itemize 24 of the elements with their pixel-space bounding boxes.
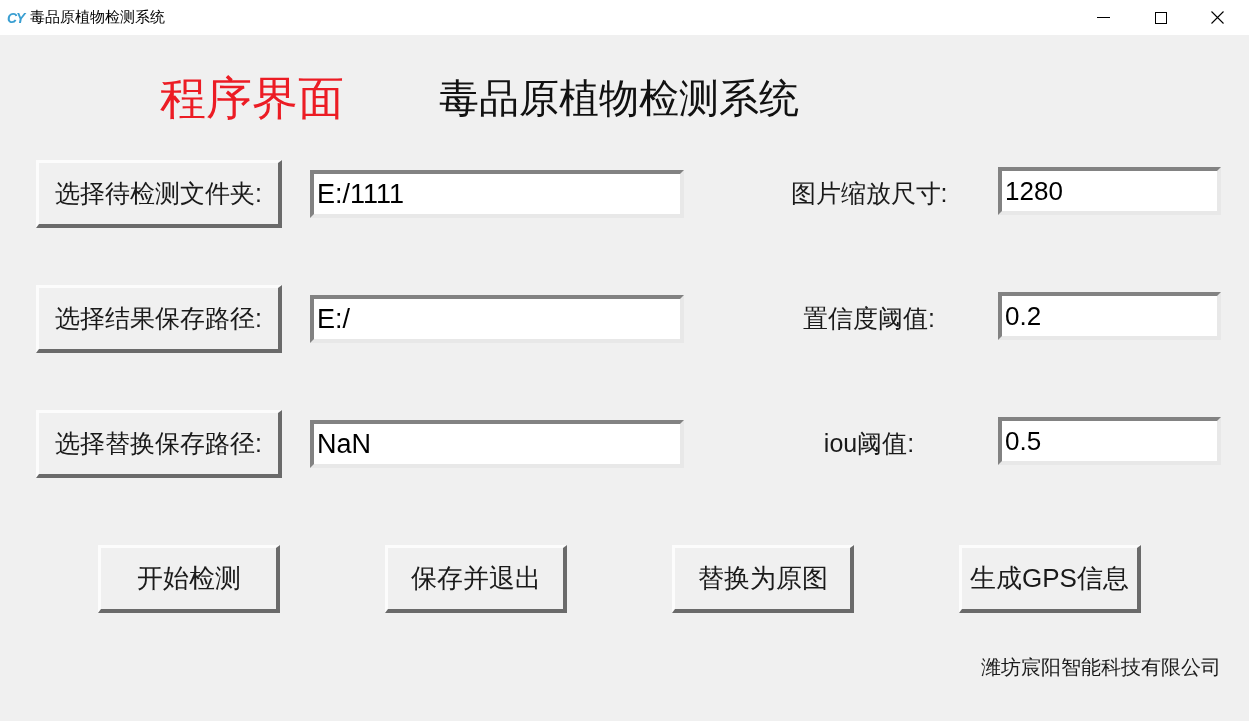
setting-label: iou阈值: bbox=[823, 428, 915, 460]
minimize-icon bbox=[1097, 17, 1110, 18]
setting-label: 图片缩放尺寸: bbox=[790, 178, 948, 210]
app-heading: 毒品原植物检测系统 bbox=[439, 77, 799, 118]
path-field[interactable]: NaN bbox=[310, 420, 684, 468]
app-logo: CY bbox=[7, 10, 25, 25]
company-name: 潍坊宸阳智能科技有限公司 bbox=[981, 655, 1221, 680]
setting-field[interactable]: 0.5 bbox=[998, 417, 1221, 465]
setting-field[interactable]: 1280 bbox=[998, 167, 1221, 215]
action-button[interactable]: 开始检测 bbox=[98, 545, 280, 613]
choose-folder-button[interactable]: 选择替换保存路径: bbox=[36, 410, 282, 478]
setting-field[interactable]: 0.2 bbox=[998, 292, 1221, 340]
path-field[interactable]: E:/ bbox=[310, 295, 684, 343]
choose-folder-button[interactable]: 选择待检测文件夹: bbox=[36, 160, 282, 228]
page-label: 程序界面 bbox=[160, 74, 344, 121]
setting-label: 置信度阈值: bbox=[803, 303, 935, 335]
action-button[interactable]: 替换为原图 bbox=[672, 545, 854, 613]
path-field[interactable]: E:/1111 bbox=[310, 170, 684, 218]
maximize-icon bbox=[1154, 11, 1167, 24]
action-button[interactable]: 保存并退出 bbox=[385, 545, 567, 613]
choose-folder-button[interactable]: 选择结果保存路径: bbox=[36, 285, 282, 353]
action-button[interactable]: 生成GPS信息 bbox=[959, 545, 1141, 613]
window-title: 毒品原植物检测系统 bbox=[30, 7, 166, 28]
close-icon bbox=[1211, 11, 1224, 24]
